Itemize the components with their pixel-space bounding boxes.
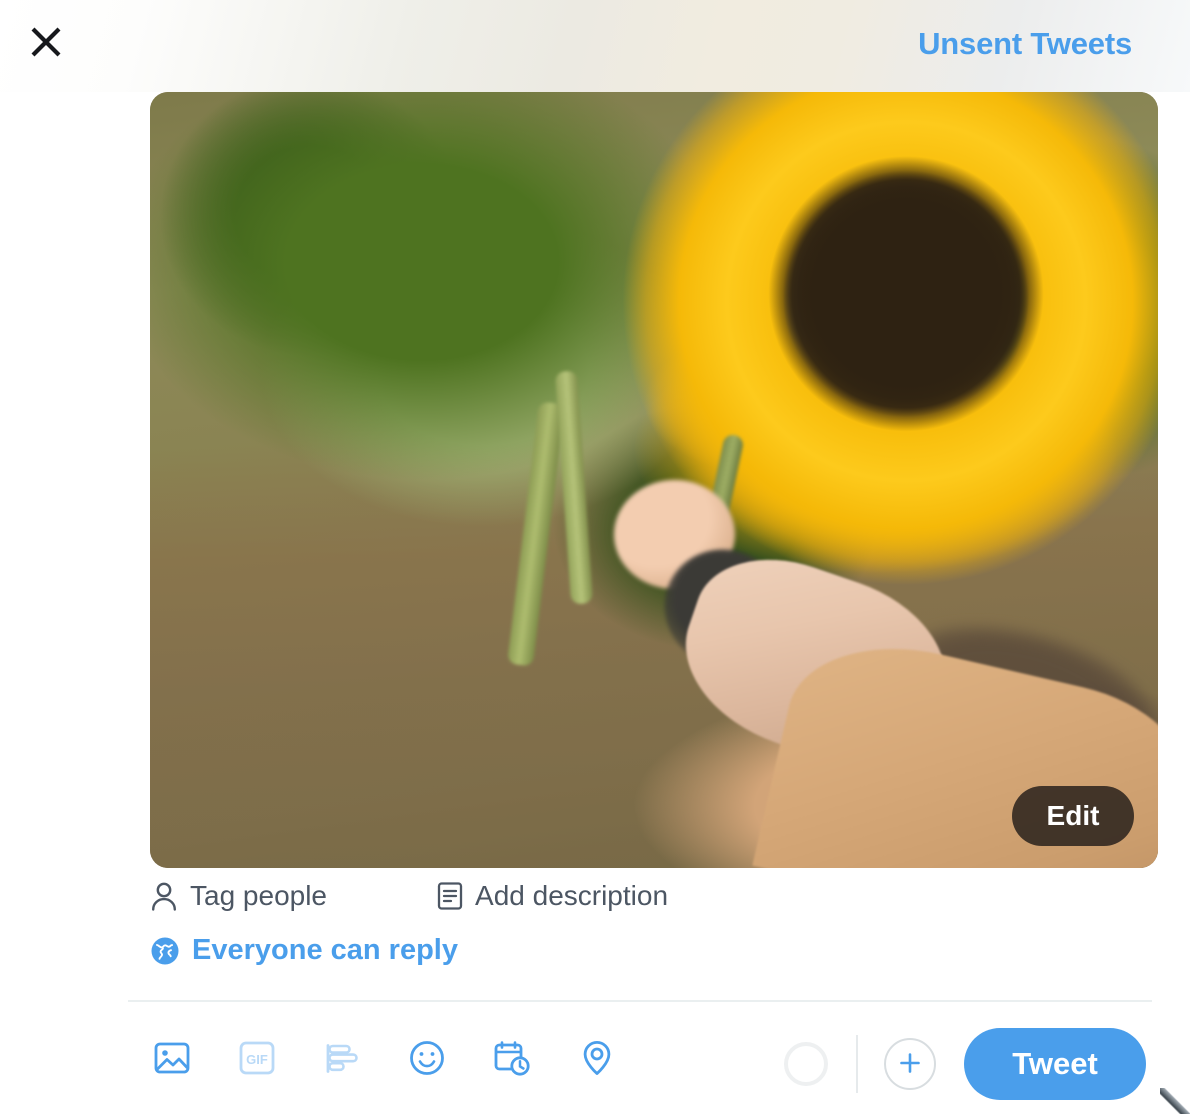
close-icon[interactable] <box>22 18 70 66</box>
plus-icon <box>896 1049 924 1080</box>
add-description-button[interactable]: Add description <box>437 880 668 912</box>
description-icon <box>437 881 463 911</box>
tag-people-button[interactable]: Tag people <box>150 880 327 912</box>
toolbar-divider <box>128 1000 1152 1002</box>
image-icon[interactable] <box>150 1036 194 1080</box>
composer-toolbar: GIF Tweet <box>0 1022 1190 1106</box>
character-count-ring <box>784 1042 828 1086</box>
person-icon <box>150 881 178 911</box>
edit-button[interactable]: Edit <box>1012 786 1134 846</box>
media-preview[interactable]: Edit <box>150 92 1158 868</box>
schedule-icon[interactable] <box>490 1036 534 1080</box>
globe-icon <box>150 936 180 966</box>
tweet-composer-dialog: Unsent Tweets Edit Tag people Add descri… <box>0 0 1190 1114</box>
tweet-button[interactable]: Tweet <box>964 1028 1146 1100</box>
toolbar-right-group: Tweet <box>784 1022 1146 1106</box>
toolbar-vertical-divider <box>856 1035 858 1093</box>
svg-text:GIF: GIF <box>246 1052 268 1067</box>
gif-icon[interactable]: GIF <box>235 1036 279 1080</box>
toolbar-icon-group: GIF <box>150 1036 619 1080</box>
reply-audience-button[interactable]: Everyone can reply <box>150 934 458 967</box>
emoji-icon[interactable] <box>405 1036 449 1080</box>
reply-audience-label: Everyone can reply <box>192 934 458 966</box>
media-action-row: Tag people Add description <box>150 880 668 912</box>
location-icon[interactable] <box>575 1036 619 1080</box>
unsent-tweets-link[interactable]: Unsent Tweets <box>918 26 1132 62</box>
add-description-label: Add description <box>475 880 669 911</box>
tag-people-label: Tag people <box>190 880 328 911</box>
composer-header: Unsent Tweets <box>0 0 1190 92</box>
add-tweet-button[interactable] <box>884 1038 936 1090</box>
poll-icon[interactable] <box>320 1036 364 1080</box>
